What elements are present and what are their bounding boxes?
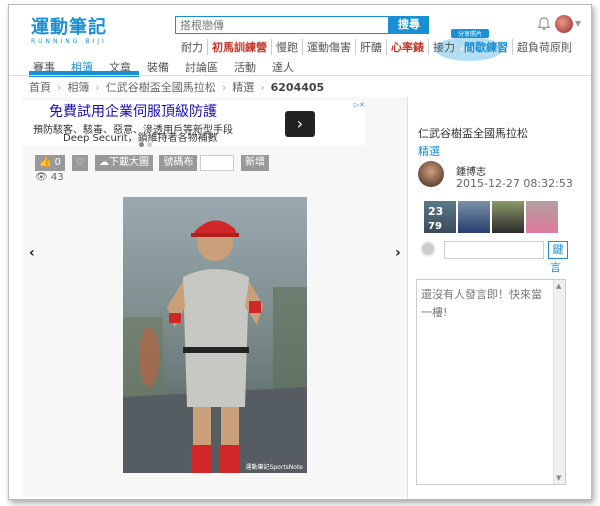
scroll-up-icon[interactable]: ▲ [556,282,561,290]
breadcrumb-item[interactable]: 仁武谷樹盃全國馬拉松 [106,81,216,94]
add-bib-button[interactable]: 新增 [240,155,269,171]
view-count-value: 43 [50,172,64,183]
breadcrumb-item[interactable]: 相簿 [67,81,89,94]
commenter-avatar [420,241,436,257]
browser-frame: 運動筆記 RUNNING BIJI 搜尋 ▼ 分享照片 分享心得 耐力初馬訓練營… [8,4,592,500]
breadcrumb-item[interactable]: 精選 [232,81,254,94]
comment-scrollbar[interactable]: ▲ ▼ [553,280,565,484]
topic-link[interactable]: 初馬訓練營 [207,39,271,55]
related-thumbnails: 23 79 [424,201,560,233]
ad-next-button[interactable]: › [285,111,315,137]
pagination-dot[interactable] [139,142,144,147]
pagination-dot[interactable] [147,142,152,147]
topic-link[interactable]: 間歇練習 [459,39,512,55]
topic-link[interactable]: 超負荷原則 [512,39,576,55]
nav-divider [9,75,591,76]
photo-credit: 運動筆記SportsNote [246,463,304,471]
heart-icon: ♡ [75,157,85,168]
breadcrumb-separator: › [221,81,227,94]
cloud-download-icon: ☁ [98,157,109,168]
breadcrumb-item[interactable]: 首頁 [29,81,51,94]
comment-submit-button[interactable]: 鍵 [548,241,568,259]
author-avatar[interactable] [418,161,444,187]
photo-thumbnail[interactable]: 23 79 [424,201,456,233]
prev-photo-arrow[interactable]: ‹ [29,245,35,261]
breadcrumb-separator: › [260,81,265,94]
user-avatar[interactable] [555,15,573,33]
breadcrumb-separator: › [95,81,100,94]
ad-headline[interactable]: 免費試用企業伺服頂級防護 [49,101,217,121]
like-button[interactable]: 👍 0 [35,155,66,171]
nav-item[interactable]: 達人 [272,59,294,75]
thumbs-up-icon: 👍 [39,157,52,168]
topic-link[interactable]: 接力 [428,39,459,55]
photo-thumbnail[interactable] [458,201,490,233]
author-name[interactable]: 鍾博志 [456,163,486,178]
like-count: 0 [54,157,62,168]
topic-link[interactable]: 心率錶 [386,39,428,55]
photo-thumbnail[interactable] [526,201,558,233]
nav-item[interactable]: 活動 [234,59,256,75]
topic-link[interactable]: 慢跑 [271,39,302,55]
logo-subtext: RUNNING BIJI [31,38,107,45]
next-photo-arrow[interactable]: › [395,245,401,261]
search-input[interactable] [175,16,389,34]
download-label: 下載大圖 [108,157,149,168]
site-logo[interactable]: 運動筆記 RUNNING BIJI [31,13,107,45]
comment-submit-button-label[interactable]: 言 [550,259,561,275]
topic-link[interactable]: 運動傷害 [302,39,355,55]
nav-item[interactable]: 討論區 [185,59,218,75]
nav-item[interactable]: 裝備 [147,59,169,75]
breadcrumb-separator: › [57,81,62,94]
thumb-badge: 23 [428,205,444,218]
breadcrumb: 首頁 › 相簿 › 仁武谷樹盃全國馬拉松 › 精選 › 6204405 [27,79,326,95]
no-comments-message: 還沒有人發言即！快來當一樓! [421,288,542,319]
search-button[interactable]: 搜尋 [389,16,429,34]
bib-input[interactable] [200,155,235,171]
photo-info-sidebar: 仁武谷樹盃全國馬拉松 精選 鍾博志 2015-12-27 08:32:53 23… [407,97,591,499]
breadcrumb-current: 6204405 [270,81,325,94]
ad-banner[interactable]: 免費試用企業伺服頂級防護 預防駭客、駭毒、惡意、滲透用戶等新型手段 Deep S… [23,101,365,145]
bib-label: 號碼布 [159,155,198,171]
thumb-badge: 79 [428,221,442,232]
eye-icon: 👁 [35,172,48,183]
album-title[interactable]: 仁武谷樹盃全國馬拉松 [418,125,528,141]
upload-date: 2015-12-27 08:32:53 [456,177,573,190]
view-count: 👁 43 [35,172,64,183]
album-category[interactable]: 精選 [418,143,440,159]
photo-toolbar: 👍 0 ♡ ☁下載大圖 號碼布 新增 [35,155,272,171]
chevron-down-icon[interactable]: ▼ [575,19,581,28]
logo-text: 運動筆記 [31,17,107,38]
comment-list[interactable]: 還沒有人發言即！快來當一樓! ▲ ▼ [416,279,566,485]
topic-link[interactable]: 耐力 [177,39,207,55]
promo-top-label: 分享照片 [458,30,482,38]
favorite-button[interactable]: ♡ [71,155,89,171]
ad-choices-icon[interactable]: ▷✕ [354,101,365,109]
main-photo[interactable]: 運動筆記SportsNote [123,197,307,473]
comment-input[interactable] [444,241,544,259]
runner-photo: 運動筆記SportsNote [123,197,307,473]
nav-active-indicator [29,71,139,77]
topic-link[interactable]: 肝醣 [355,39,386,55]
scroll-down-icon[interactable]: ▼ [556,474,561,482]
photo-thumbnail[interactable] [492,201,524,233]
topic-nav: 耐力 初馬訓練營 慢跑 運動傷害 肝醣 心率錶 接力 間歇練習 超負荷原則 [177,39,576,55]
ad-pagination [139,137,155,150]
bell-icon[interactable] [537,17,551,31]
download-button[interactable]: ☁下載大圖 [94,155,153,171]
